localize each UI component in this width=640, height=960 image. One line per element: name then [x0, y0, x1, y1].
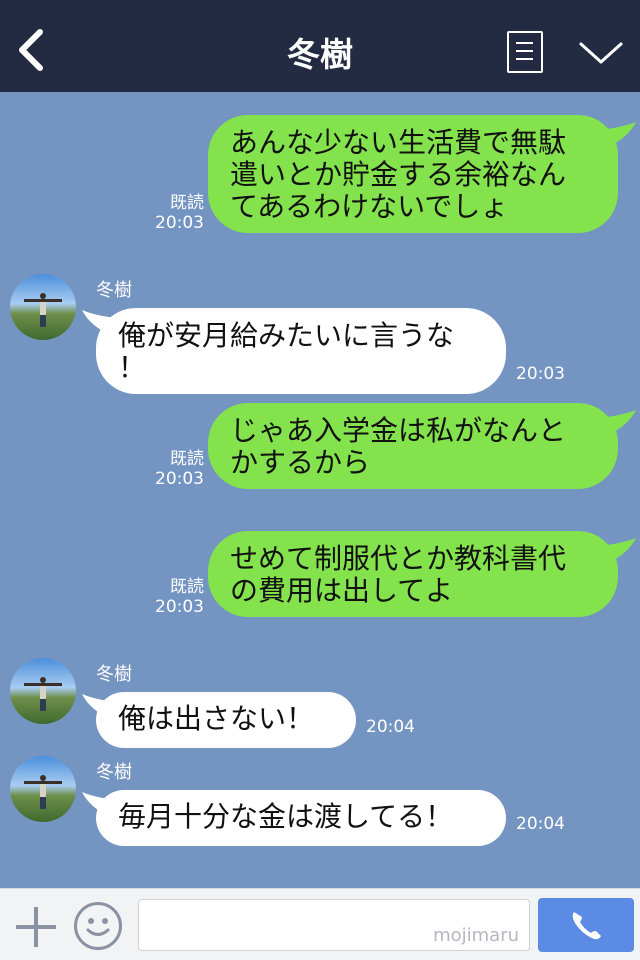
message-line: あんな少ない生活費で無駄 — [230, 126, 567, 159]
read-receipt: 既読 — [170, 577, 204, 597]
message-line: ！ — [118, 351, 147, 384]
phone-icon — [572, 912, 601, 940]
message-meta: 既読 20:03 — [150, 449, 204, 489]
message-line: 俺は出さない！ — [118, 702, 315, 735]
message-time: 20:04 — [516, 814, 565, 834]
input-bar: mojimaru — [0, 888, 640, 960]
call-button[interactable] — [538, 898, 634, 952]
message-time: 20:03 — [155, 469, 204, 489]
message-line: じゃあ入学金は私がなんと — [230, 414, 567, 447]
message-time: 20:03 — [155, 597, 204, 617]
other-message-bubble[interactable]: 毎月十分な金は渡してる！ — [96, 790, 506, 846]
message-line: てあるわけないでしょ — [230, 190, 509, 223]
notes-icon[interactable] — [507, 31, 543, 73]
avatar[interactable] — [10, 756, 76, 822]
sender-name: 冬樹 — [96, 280, 132, 301]
message-line: せめて制服代とか教科書代 — [230, 542, 567, 575]
message-line: 遣いとか貯金する余裕なん — [230, 158, 567, 191]
read-receipt: 既読 — [170, 193, 204, 213]
other-message-bubble[interactable]: 俺は出さない！ — [96, 692, 356, 748]
other-message-bubble[interactable]: 俺が安月給みたいに言うな ！ — [96, 308, 506, 394]
sender-name: 冬樹 — [96, 664, 132, 685]
message-line: かするから — [230, 446, 371, 479]
message-line: 毎月十分な金は渡してる！ — [118, 800, 454, 833]
message-line: 俺が安月給みたいに言うな — [118, 319, 455, 352]
bubble-tail — [598, 122, 636, 148]
my-message-bubble[interactable]: あんな少ない生活費で無駄 遣いとか貯金する余裕なん てあるわけないでしょ — [208, 115, 618, 233]
chat-title: 冬樹 — [287, 35, 353, 74]
avatar[interactable] — [10, 274, 76, 340]
read-receipt: 既読 — [170, 449, 204, 469]
message-input[interactable]: mojimaru — [138, 899, 530, 951]
bubble-tail — [598, 538, 636, 564]
sender-name: 冬樹 — [96, 762, 132, 783]
smiley-icon[interactable] — [74, 902, 122, 950]
message-time: 20:04 — [366, 717, 415, 737]
my-message-bubble[interactable]: せめて制服代とか教科書代 の費用は出してよ — [208, 531, 618, 617]
message-meta: 既読 20:03 — [150, 193, 204, 233]
my-message-bubble[interactable]: じゃあ入学金は私がなんと かするから — [208, 403, 618, 489]
bubble-tail — [598, 410, 636, 436]
watermark: mojimaru — [433, 925, 519, 946]
plus-icon[interactable] — [14, 905, 58, 949]
avatar[interactable] — [10, 658, 76, 724]
message-meta: 既読 20:03 — [150, 577, 204, 617]
message-time: 20:03 — [155, 213, 204, 233]
chevron-down-icon[interactable] — [578, 38, 624, 68]
message-time: 20:03 — [516, 364, 565, 384]
message-line: の費用は出してよ — [230, 574, 454, 607]
chat-header: 冬樹 — [0, 0, 640, 92]
